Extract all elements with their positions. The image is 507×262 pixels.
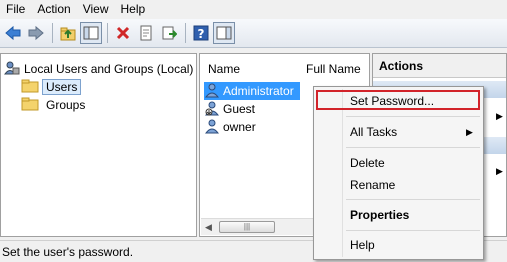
back-arrow-icon[interactable] xyxy=(2,22,24,44)
scroll-left-icon[interactable]: ◀ xyxy=(205,222,212,233)
folder-icon xyxy=(21,78,39,96)
folder-icon xyxy=(21,96,39,114)
user-icon xyxy=(204,118,220,137)
tree-item-groups[interactable]: Groups xyxy=(21,96,85,114)
list-item-label: Guest xyxy=(223,102,256,116)
tree-root-label: Local Users and Groups (Local) xyxy=(24,62,194,76)
list-item-guest[interactable]: Guest xyxy=(204,100,255,118)
delete-icon[interactable] xyxy=(112,22,134,44)
toolbar-separator xyxy=(107,23,108,43)
show-hide-tree-icon[interactable] xyxy=(80,22,102,44)
properties-icon[interactable] xyxy=(135,22,157,44)
help-icon[interactable]: ? xyxy=(190,22,212,44)
menu-action[interactable]: Action xyxy=(31,0,76,19)
menu-help[interactable]: Help xyxy=(115,0,152,19)
menu-item-properties[interactable]: Properties xyxy=(350,208,409,222)
tree-root[interactable]: Local Users and Groups (Local) xyxy=(4,60,193,78)
menu-item-rename[interactable]: Rename xyxy=(350,178,395,192)
submenu-arrow-icon: ▶ xyxy=(466,127,473,137)
column-header-name[interactable]: Name xyxy=(208,62,240,76)
action-pane-icon[interactable] xyxy=(213,22,235,44)
menu-separator xyxy=(346,147,480,148)
menu-gutter xyxy=(342,89,343,257)
export-list-icon[interactable] xyxy=(158,22,180,44)
submenu-arrow-icon[interactable]: ▶ xyxy=(496,111,503,122)
column-header-full-name[interactable]: Full Name xyxy=(306,62,361,76)
user-icon xyxy=(204,82,220,101)
toolbar: ? xyxy=(0,19,507,48)
toolbar-separator xyxy=(52,23,53,43)
menu-item-all-tasks[interactable]: All Tasks xyxy=(350,125,397,139)
tree-item-users-label: Users xyxy=(42,79,82,95)
submenu-arrow-icon[interactable]: ▶ xyxy=(496,166,503,177)
actions-title: Actions xyxy=(373,54,506,78)
toolbar-separator xyxy=(185,23,186,43)
menu-file[interactable]: File xyxy=(0,0,31,19)
menu-view[interactable]: View xyxy=(77,0,115,19)
scrollbar-thumb[interactable]: ||| xyxy=(219,221,275,233)
context-menu: Set Password... All Tasks ▶ Delete Renam… xyxy=(313,86,484,260)
list-item-label: Administrator xyxy=(223,84,294,98)
menu-item-set-password[interactable]: Set Password... xyxy=(350,94,434,108)
menu-item-help[interactable]: Help xyxy=(350,238,375,252)
disabled-user-icon xyxy=(204,100,220,119)
menu-item-delete[interactable]: Delete xyxy=(350,156,385,170)
list-item-label: owner xyxy=(223,120,256,134)
list-item-administrator[interactable]: Administrator xyxy=(204,82,300,100)
menu-separator xyxy=(346,116,480,117)
svg-text:?: ? xyxy=(198,27,205,41)
computer-users-icon xyxy=(4,60,20,79)
menu-separator xyxy=(346,230,480,231)
menu-separator xyxy=(346,199,480,200)
tree-item-groups-label: Groups xyxy=(46,98,86,112)
tree-item-users[interactable]: Users xyxy=(21,78,82,96)
forward-arrow-icon[interactable] xyxy=(25,22,47,44)
console-tree-pane: Local Users and Groups (Local) Users Gro… xyxy=(0,53,197,237)
up-folder-icon[interactable] xyxy=(57,22,79,44)
menu-bar: File Action View Help xyxy=(0,0,507,19)
list-item-owner[interactable]: owner xyxy=(204,118,256,136)
